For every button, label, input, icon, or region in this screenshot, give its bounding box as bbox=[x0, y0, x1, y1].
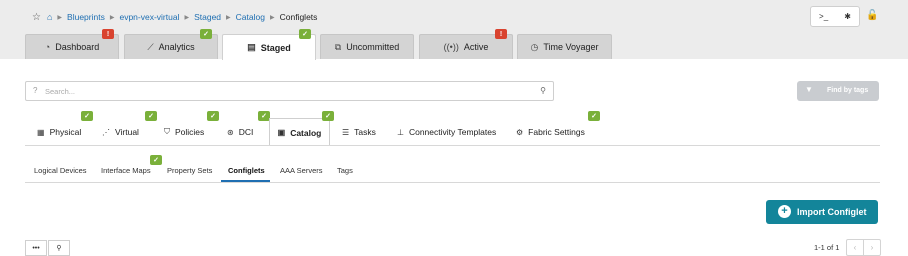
search-input[interactable] bbox=[45, 85, 545, 98]
chevron-right-icon: ▶ bbox=[184, 14, 190, 21]
tab-catalog[interactable]: ▣ Catalog bbox=[269, 118, 330, 146]
check-icon: ✓ bbox=[150, 155, 162, 165]
settings-icon: ⚙ bbox=[516, 127, 524, 137]
chevron-right-icon: ▶ bbox=[57, 14, 63, 21]
check-icon: ✓ bbox=[322, 111, 334, 121]
check-icon: ✓ bbox=[81, 111, 93, 121]
pagination-controls: ‹ › bbox=[846, 239, 881, 256]
tab-property-sets[interactable]: Property Sets bbox=[167, 166, 212, 175]
search-icon: ⚲ bbox=[56, 245, 62, 252]
tab-connectivity-templates[interactable]: ⊥ Connectivity Templates bbox=[397, 118, 496, 146]
tab-label: Catalog bbox=[290, 127, 322, 138]
chevron-right-icon: ▶ bbox=[109, 14, 115, 21]
home-icon[interactable]: ⌂ bbox=[47, 12, 52, 22]
server-icon: ▦ bbox=[37, 127, 45, 137]
broadcast-icon: ((•)) bbox=[443, 42, 459, 52]
chevron-right-icon[interactable]: › bbox=[864, 240, 880, 255]
tab-label: Policies bbox=[175, 127, 205, 137]
tab-aaa-servers[interactable]: AAA Servers bbox=[280, 166, 323, 175]
breadcrumb-catalog[interactable]: Catalog bbox=[236, 12, 265, 22]
tab-label: Dashboard bbox=[55, 42, 100, 52]
import-configlet-button[interactable]: + Import Configlet bbox=[766, 200, 878, 224]
tab-label: Uncommitted bbox=[346, 42, 400, 52]
breadcrumb-blueprint[interactable]: evpn-vex-virtual bbox=[119, 12, 179, 22]
shield-icon: ⛉ bbox=[164, 127, 170, 136]
warning-icon: ! bbox=[495, 29, 507, 39]
warning-icon: ! bbox=[102, 29, 114, 39]
check-icon: ✓ bbox=[145, 111, 157, 121]
tab-policies[interactable]: ⛉ Policies bbox=[164, 118, 204, 146]
help-icon: ? bbox=[33, 86, 38, 95]
diff-icon: ⧉ bbox=[334, 41, 342, 52]
tab-interface-maps[interactable]: Interface Maps bbox=[101, 166, 151, 175]
tab-physical[interactable]: ▦ Physical bbox=[37, 118, 81, 146]
tab-logical-devices[interactable]: Logical Devices bbox=[34, 166, 87, 175]
tab-label: Analytics bbox=[158, 42, 195, 52]
breadcrumb-blueprints[interactable]: Blueprints bbox=[67, 12, 105, 22]
search-box: ? ⚲ bbox=[25, 81, 554, 101]
search-toggle-button[interactable]: ⚲ bbox=[48, 240, 70, 256]
tab-uncommitted[interactable]: ⧉ Uncommitted bbox=[320, 34, 414, 59]
tab-label: Fabric Settings bbox=[528, 127, 585, 137]
dci-icon: ⊛ bbox=[227, 127, 234, 137]
tab-label: Active bbox=[463, 42, 489, 52]
bug-icon[interactable]: ✱ bbox=[844, 12, 851, 21]
tab-label: Staged bbox=[260, 42, 291, 53]
catalog-icon: ▣ bbox=[277, 128, 286, 137]
pagination-summary: 1-1 of 1 bbox=[814, 243, 840, 252]
terminal-icon[interactable]: >_ bbox=[819, 12, 828, 21]
tab-label: Physical bbox=[49, 127, 82, 137]
import-configlet-label: Import Configlet bbox=[797, 207, 867, 217]
chevron-right-icon: ▶ bbox=[226, 14, 231, 21]
tab-label: Time Voyager bbox=[543, 42, 599, 52]
chart-icon: ⟋ bbox=[147, 41, 154, 52]
tab-tasks[interactable]: ☰ Tasks bbox=[342, 118, 376, 146]
check-icon: ✓ bbox=[299, 29, 311, 39]
tab-time-voyager[interactable]: ◷ Time Voyager bbox=[517, 34, 612, 59]
plus-icon: + bbox=[778, 205, 791, 218]
network-icon: ⋰ bbox=[102, 127, 110, 137]
chevron-right-icon: ▶ bbox=[269, 14, 275, 21]
find-by-tags-label: Find by tags bbox=[827, 87, 869, 94]
tab-configlets[interactable]: Configlets bbox=[228, 166, 265, 175]
unlock-icon[interactable]: 🔓 bbox=[866, 10, 878, 21]
check-icon: ✓ bbox=[207, 111, 219, 121]
breadcrumb-configlets: Configlets bbox=[279, 12, 318, 22]
tab-label: Connectivity Templates bbox=[408, 127, 497, 137]
search-icon[interactable]: ⚲ bbox=[540, 86, 546, 95]
hierarchy-icon: ⊥ bbox=[397, 127, 404, 137]
divider bbox=[25, 182, 880, 183]
breadcrumb-staged[interactable]: Staged bbox=[194, 12, 221, 22]
document-icon: ▤ bbox=[247, 42, 256, 52]
chevron-left-icon[interactable]: ‹ bbox=[847, 240, 864, 255]
tab-label: Tasks bbox=[354, 127, 376, 137]
tab-fabric-settings[interactable]: ⚙ Fabric Settings bbox=[516, 118, 585, 146]
find-by-tags-button[interactable]: ▼ Find by tags bbox=[797, 81, 879, 101]
divider bbox=[25, 145, 880, 146]
list-icon: ☰ bbox=[342, 127, 350, 137]
tab-label: Virtual bbox=[115, 127, 139, 137]
tab-virtual[interactable]: ⋰ Virtual bbox=[102, 118, 139, 146]
tab-tags[interactable]: Tags bbox=[337, 166, 353, 175]
tab-dci[interactable]: ⊛ DCI bbox=[227, 118, 253, 146]
gauge-icon: ◔ bbox=[44, 42, 51, 52]
check-icon: ✓ bbox=[588, 111, 600, 121]
more-options-button[interactable]: ••• bbox=[25, 240, 47, 256]
ellipsis-icon: ••• bbox=[32, 244, 40, 252]
check-icon: ✓ bbox=[200, 29, 212, 39]
filter-icon: ▼ bbox=[805, 85, 813, 94]
toolbar-buttons: >_ ✱ bbox=[810, 6, 860, 27]
breadcrumb: ☆ ⌂ ▶ Blueprints ▶ evpn-vex-virtual ▶ St… bbox=[32, 11, 317, 23]
tab-label: DCI bbox=[238, 127, 254, 137]
clock-icon: ◷ bbox=[530, 41, 539, 52]
star-icon[interactable]: ☆ bbox=[32, 12, 41, 23]
